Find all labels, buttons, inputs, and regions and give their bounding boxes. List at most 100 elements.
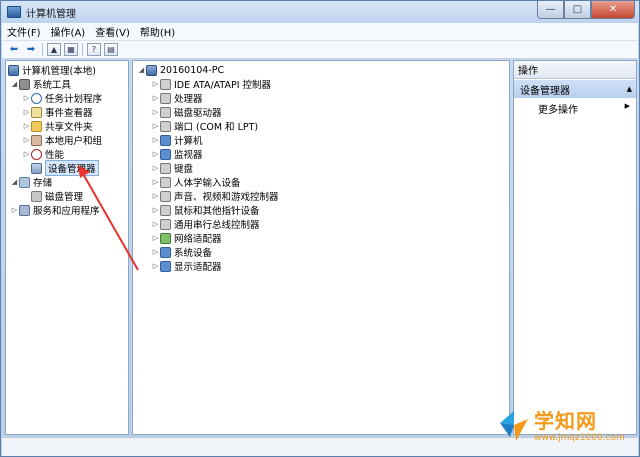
collapsed-arrow-icon[interactable]: ▷ <box>151 108 160 116</box>
device-category[interactable]: ▷ 系统设备 <box>151 245 212 259</box>
tree-services-apps[interactable]: ▷ 服务和应用程序 <box>10 203 100 217</box>
actions-pane: 操作 设备管理器 ▲ 更多操作 ▶ <box>513 60 637 435</box>
device-category[interactable]: ▷ 网络适配器 <box>151 231 222 245</box>
menu-file[interactable]: 文件(F) <box>2 24 46 39</box>
collapsed-arrow-icon[interactable]: ▷ <box>151 122 160 130</box>
collapsed-arrow-icon[interactable]: ▷ <box>151 178 160 186</box>
device-category[interactable]: ▷ 端口 (COM 和 LPT) <box>151 119 258 133</box>
up-folder-icon[interactable]: ▲ <box>47 43 61 56</box>
device-category[interactable]: ▷ 磁盘驱动器 <box>151 105 222 119</box>
device-root-label: 20160104-PC <box>160 64 225 76</box>
collapsed-arrow-icon[interactable]: ▷ <box>151 150 160 158</box>
device-category[interactable]: ▷ 键盘 <box>151 161 193 175</box>
storage-icon <box>19 176 30 188</box>
back-arrow-icon[interactable]: ⬅ <box>7 43 21 56</box>
device-category[interactable]: ▷ IDE ATA/ATAPI 控制器 <box>151 77 271 91</box>
device-category-label: 显示适配器 <box>174 262 222 273</box>
collapsed-arrow-icon[interactable]: ▷ <box>151 262 160 270</box>
collapsed-arrow-icon[interactable]: ▷ <box>151 94 160 102</box>
collapsed-arrow-icon[interactable]: ▷ <box>151 80 160 88</box>
collapsed-arrow-icon[interactable]: ▷ <box>22 108 31 116</box>
tree-label: 服务和应用程序 <box>33 206 100 217</box>
collapsed-arrow-icon[interactable]: ▷ <box>151 206 160 214</box>
collapse-arrow-icon[interactable]: ▲ <box>627 85 632 93</box>
device-category[interactable]: ▷ 监视器 <box>151 147 203 161</box>
device-category-label: 监视器 <box>174 150 203 161</box>
collapsed-arrow-icon[interactable]: ▷ <box>151 164 160 172</box>
device-category-label: 鼠标和其他指针设备 <box>174 206 260 217</box>
collapsed-arrow-icon[interactable]: ▷ <box>151 192 160 200</box>
sound-icon <box>160 190 171 202</box>
properties-icon[interactable]: ▤ <box>104 43 118 56</box>
system-device-icon <box>160 246 171 258</box>
tree-label: 存储 <box>33 178 53 189</box>
more-actions-link[interactable]: 更多操作 <box>538 101 578 116</box>
title-bar[interactable]: 计算机管理 — □ ✕ <box>1 1 639 23</box>
menu-action[interactable]: 操作(A) <box>46 24 91 39</box>
collapsed-arrow-icon[interactable]: ▷ <box>22 150 31 158</box>
close-button[interactable]: ✕ <box>591 1 635 19</box>
event-viewer-icon <box>31 106 42 118</box>
keyboard-icon <box>160 162 171 174</box>
toolbar-separator <box>42 43 43 56</box>
tree-device-manager[interactable]: 设备管理器 <box>31 160 99 176</box>
help-icon[interactable]: ? <box>87 43 101 56</box>
tree-root[interactable]: 计算机管理(本地) <box>8 63 96 77</box>
tree-local-users[interactable]: ▷ 本地用户和组 <box>22 133 102 147</box>
menu-view[interactable]: 查看(V) <box>90 24 135 39</box>
disk-icon <box>31 190 42 202</box>
tree-storage[interactable]: ◢ 存储 <box>10 175 52 189</box>
device-category[interactable]: ▷ 鼠标和其他指针设备 <box>151 203 260 217</box>
device-tree: ◢ 20160104-PC ▷ IDE ATA/ATAPI 控制器 ▷ 处理器 … <box>132 60 510 435</box>
collapsed-arrow-icon[interactable]: ▷ <box>151 136 160 144</box>
tree-label: 任务计划程序 <box>45 94 103 105</box>
tree-label: 系统工具 <box>33 80 72 91</box>
device-category[interactable]: ▷ 计算机 <box>151 133 203 147</box>
device-root[interactable]: ◢ 20160104-PC <box>137 63 224 77</box>
minimize-button[interactable]: — <box>537 1 564 19</box>
device-category[interactable]: ▷ 通用串行总线控制器 <box>151 217 260 231</box>
toolbar: ⬅ ➡ ▲ ▦ ? ▤ <box>2 41 638 59</box>
actions-section-label: 设备管理器 <box>520 85 570 97</box>
usb-icon <box>160 218 171 230</box>
window-controls: — □ ✕ <box>537 1 635 19</box>
collapsed-arrow-icon[interactable]: ▷ <box>151 220 160 228</box>
collapsed-arrow-icon[interactable]: ▷ <box>22 94 31 102</box>
collapsed-arrow-icon[interactable]: ▷ <box>22 136 31 144</box>
display-adapter-icon <box>160 260 171 272</box>
forward-arrow-icon[interactable]: ➡ <box>24 43 38 56</box>
expanded-arrow-icon[interactable]: ◢ <box>10 178 19 186</box>
tree-shared-folders[interactable]: ▷ 共享文件夹 <box>22 119 93 133</box>
tree-performance[interactable]: ▷ 性能 <box>22 147 64 161</box>
collapsed-arrow-icon[interactable]: ▷ <box>151 234 160 242</box>
actions-section-device-manager[interactable]: 设备管理器 ▲ <box>514 80 636 98</box>
processor-icon <box>160 92 171 104</box>
show-hide-tree-icon[interactable]: ▦ <box>64 43 78 56</box>
tree-disk-management[interactable]: 磁盘管理 <box>31 189 83 203</box>
collapsed-arrow-icon[interactable]: ▷ <box>151 248 160 256</box>
watermark-logo-icon <box>500 411 528 441</box>
menu-help[interactable]: 帮助(H) <box>135 24 180 39</box>
monitor-icon <box>160 148 171 160</box>
tree-label: 性能 <box>45 150 65 161</box>
device-category[interactable]: ▷ 显示适配器 <box>151 259 222 273</box>
tree-task-scheduler[interactable]: ▷ 任务计划程序 <box>22 91 102 105</box>
expanded-arrow-icon[interactable]: ◢ <box>10 80 19 88</box>
collapsed-arrow-icon[interactable]: ▷ <box>22 122 31 130</box>
submenu-arrow-icon[interactable]: ▶ <box>625 102 630 110</box>
toolbar-separator <box>82 43 83 56</box>
maximize-button[interactable]: □ <box>564 1 591 19</box>
network-adapter-icon <box>160 232 171 244</box>
computer-icon <box>160 134 171 146</box>
device-category[interactable]: ▷ 声音、视频和游戏控制器 <box>151 189 279 203</box>
tree-event-viewer[interactable]: ▷ 事件查看器 <box>22 105 93 119</box>
ide-controller-icon <box>160 78 171 90</box>
device-category-label: 声音、视频和游戏控制器 <box>174 192 279 203</box>
device-category-label: 磁盘驱动器 <box>174 108 222 119</box>
computer-management-icon <box>8 64 19 76</box>
expanded-arrow-icon[interactable]: ◢ <box>137 66 146 74</box>
device-category[interactable]: ▷ 人体学输入设备 <box>151 175 241 189</box>
device-category[interactable]: ▷ 处理器 <box>151 91 203 105</box>
tree-system-tools[interactable]: ◢ 系统工具 <box>10 77 71 91</box>
collapsed-arrow-icon[interactable]: ▷ <box>10 206 19 214</box>
